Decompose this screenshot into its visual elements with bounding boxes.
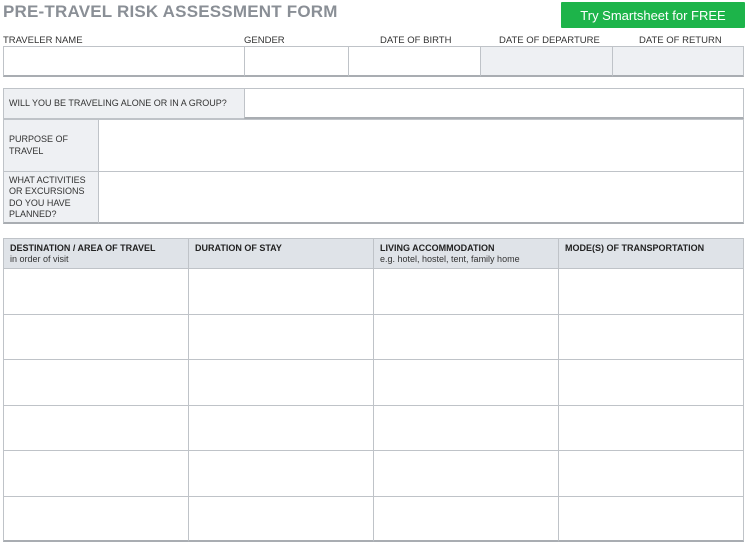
date-of-birth-label: DATE OF BIRTH xyxy=(380,35,452,46)
accommodation-cell[interactable] xyxy=(373,404,559,451)
accommodation-cell[interactable] xyxy=(373,268,559,315)
form-title: PRE-TRAVEL RISK ASSESSMENT FORM xyxy=(3,2,338,21)
duration-cell[interactable] xyxy=(188,404,374,451)
alone-or-group-field[interactable] xyxy=(244,88,744,119)
accommodation-subheader-text: e.g. hotel, hostel, tent, family home xyxy=(380,254,520,264)
traveler-name-field[interactable] xyxy=(3,46,245,77)
destination-cell[interactable] xyxy=(3,495,189,542)
accommodation-header-text: LIVING ACCOMMODATION xyxy=(380,243,495,253)
destination-cell[interactable] xyxy=(3,268,189,315)
try-smartsheet-button[interactable]: Try Smartsheet for FREE xyxy=(561,2,745,28)
duration-cell[interactable] xyxy=(188,450,374,497)
transportation-cell[interactable] xyxy=(558,313,744,360)
activities-question: WHAT ACTIVITIES OR EXCURSIONS DO YOU HAV… xyxy=(9,174,86,220)
date-of-birth-field[interactable] xyxy=(348,46,481,77)
accommodation-cell[interactable] xyxy=(373,313,559,360)
transportation-column-header: MODE(S) OF TRANSPORTATION xyxy=(558,238,744,269)
accommodation-cell[interactable] xyxy=(373,359,559,406)
transportation-cell[interactable] xyxy=(558,495,744,542)
destination-cell[interactable] xyxy=(3,450,189,497)
transportation-cell[interactable] xyxy=(558,359,744,406)
transportation-cell[interactable] xyxy=(558,404,744,451)
gender-label: GENDER xyxy=(244,35,285,46)
date-of-departure-field[interactable] xyxy=(480,46,613,77)
duration-cell[interactable] xyxy=(188,313,374,360)
duration-column-header: DURATION OF STAY xyxy=(188,238,374,269)
transportation-cell[interactable] xyxy=(558,450,744,497)
destination-cell[interactable] xyxy=(3,359,189,406)
gender-field[interactable] xyxy=(244,46,349,77)
activities-field[interactable] xyxy=(98,171,744,224)
traveler-name-label: TRAVELER NAME xyxy=(3,35,83,46)
destination-column-header: DESTINATION / AREA OF TRAVEL in order of… xyxy=(3,238,189,269)
duration-cell[interactable] xyxy=(188,495,374,542)
accommodation-cell[interactable] xyxy=(373,450,559,497)
purpose-field[interactable] xyxy=(98,119,744,172)
duration-cell[interactable] xyxy=(188,268,374,315)
destination-cell[interactable] xyxy=(3,404,189,451)
date-of-return-label: DATE OF RETURN xyxy=(639,35,722,46)
transportation-cell[interactable] xyxy=(558,268,744,315)
accommodation-column-header: LIVING ACCOMMODATION e.g. hotel, hostel,… xyxy=(373,238,559,269)
date-of-departure-label: DATE OF DEPARTURE xyxy=(499,35,600,46)
transportation-header-text: MODE(S) OF TRANSPORTATION xyxy=(565,243,705,253)
destination-subheader-text: in order of visit xyxy=(10,254,69,264)
duration-cell[interactable] xyxy=(188,359,374,406)
date-of-return-field[interactable] xyxy=(612,46,744,77)
alone-or-group-question: WILL YOU BE TRAVELING ALONE OR IN A GROU… xyxy=(9,97,227,108)
destination-cell[interactable] xyxy=(3,313,189,360)
duration-header-text: DURATION OF STAY xyxy=(195,243,282,253)
destination-header-text: DESTINATION / AREA OF TRAVEL xyxy=(10,243,156,253)
purpose-question: PURPOSE OF TRAVEL xyxy=(9,134,69,156)
accommodation-cell[interactable] xyxy=(373,495,559,542)
